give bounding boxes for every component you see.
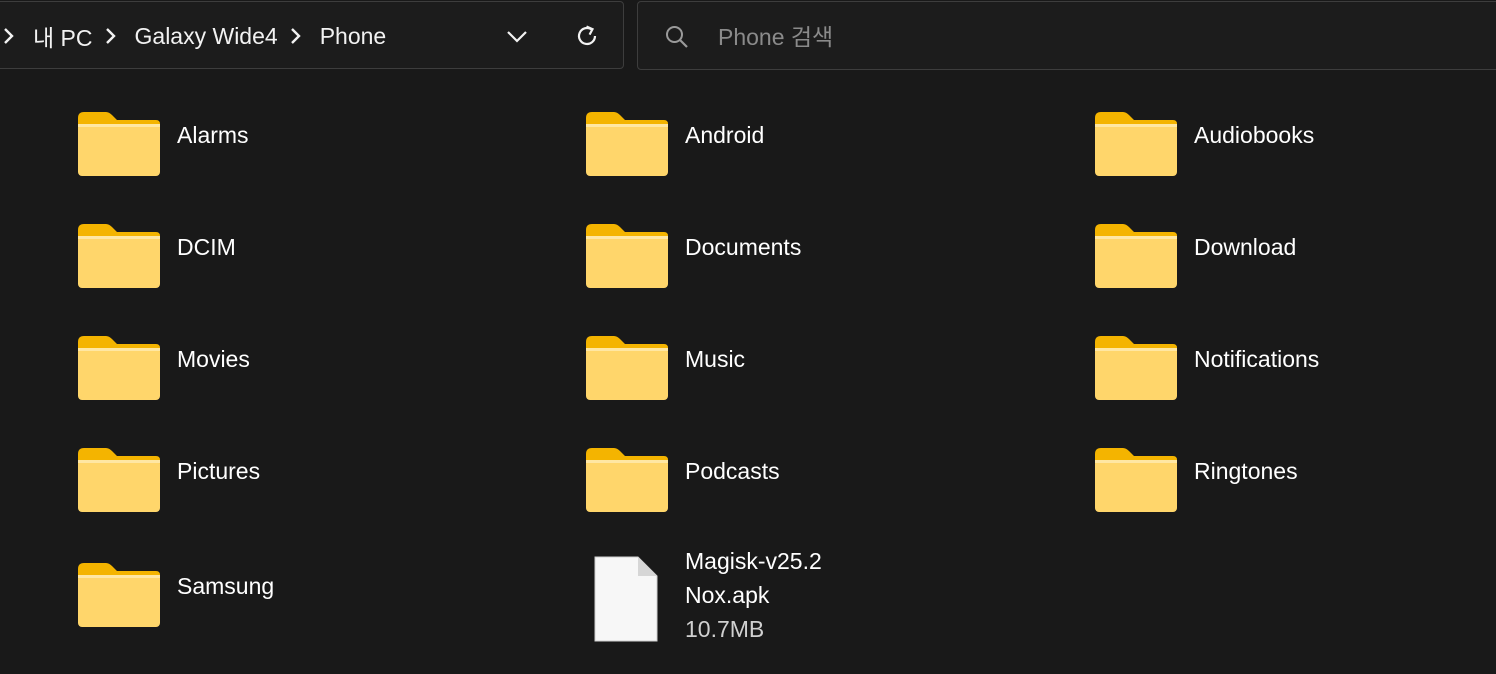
file-details: Magisk-v25.2 Nox.apk 10.7MB — [685, 544, 822, 646]
folder-icon — [586, 112, 668, 176]
folder-item[interactable]: Audiobooks — [1093, 110, 1496, 210]
file-size: 10.7MB — [685, 616, 765, 642]
folder-item[interactable]: Music — [584, 334, 1064, 434]
item-name: Music — [685, 346, 746, 372]
folder-item[interactable]: Samsung — [76, 561, 556, 661]
folder-item[interactable]: Documents — [584, 222, 1064, 322]
toolbar: 내 PC Galaxy Wide4 Phone — [0, 0, 1496, 72]
folder-item[interactable]: Alarms — [76, 110, 556, 210]
item-name: Podcasts — [685, 458, 780, 484]
item-name: Notifications — [1194, 346, 1320, 372]
folder-item[interactable]: Android — [584, 110, 1064, 210]
search-icon — [666, 26, 688, 48]
folder-item[interactable]: Notifications — [1093, 334, 1496, 434]
chevron-down-icon — [507, 31, 527, 43]
history-dropdown-button[interactable] — [497, 16, 537, 56]
folder-item[interactable]: Podcasts — [584, 446, 1064, 546]
file-icon — [594, 556, 658, 642]
folder-icon — [78, 563, 160, 627]
folder-item[interactable]: Ringtones — [1093, 446, 1496, 546]
item-name: Android — [685, 122, 765, 148]
breadcrumb: 내 PC Galaxy Wide4 Phone — [1, 2, 396, 70]
item-name: Movies — [177, 346, 250, 372]
folder-icon — [78, 224, 160, 288]
chevron-right-icon[interactable] — [288, 26, 314, 46]
folder-icon — [1095, 448, 1177, 512]
refresh-button[interactable] — [567, 16, 607, 56]
item-name: DCIM — [177, 234, 236, 260]
breadcrumb-item-device[interactable]: Galaxy Wide4 — [135, 23, 278, 50]
folder-item[interactable]: Download — [1093, 222, 1496, 322]
folder-icon — [78, 336, 160, 400]
folder-icon — [1095, 224, 1177, 288]
item-name: Audiobooks — [1194, 122, 1315, 148]
folder-icon — [1095, 336, 1177, 400]
folder-item[interactable]: Movies — [76, 334, 556, 434]
address-bar[interactable]: 내 PC Galaxy Wide4 Phone — [0, 1, 624, 69]
folder-icon — [586, 224, 668, 288]
refresh-icon — [577, 25, 597, 46]
folder-icon — [586, 448, 668, 512]
file-name-line1: Magisk-v25.2 — [685, 548, 822, 574]
folder-item[interactable]: Pictures — [76, 446, 556, 546]
file-list: Alarms Android Audiobooks DCIM Documents… — [0, 72, 1496, 674]
item-name: Documents — [685, 234, 802, 260]
chevron-right-icon[interactable] — [103, 26, 129, 46]
item-name: Alarms — [177, 122, 249, 148]
item-name: Ringtones — [1194, 458, 1298, 484]
folder-icon — [78, 448, 160, 512]
chevron-right-icon[interactable] — [1, 26, 27, 46]
folder-icon — [1095, 112, 1177, 176]
breadcrumb-item-this-pc[interactable]: 내 PC — [33, 19, 93, 53]
search-box[interactable] — [637, 1, 1496, 70]
file-item[interactable]: Magisk-v25.2 Nox.apk 10.7MB — [584, 548, 1064, 658]
item-name: Pictures — [177, 458, 261, 484]
folder-item[interactable]: DCIM — [76, 222, 556, 322]
folder-icon — [78, 112, 160, 176]
file-name-line2: Nox.apk — [685, 582, 770, 608]
item-name: Download — [1194, 234, 1297, 260]
search-input[interactable] — [716, 16, 1420, 58]
folder-icon — [586, 336, 668, 400]
item-name: Samsung — [177, 573, 275, 599]
breadcrumb-item-phone[interactable]: Phone — [320, 23, 387, 50]
